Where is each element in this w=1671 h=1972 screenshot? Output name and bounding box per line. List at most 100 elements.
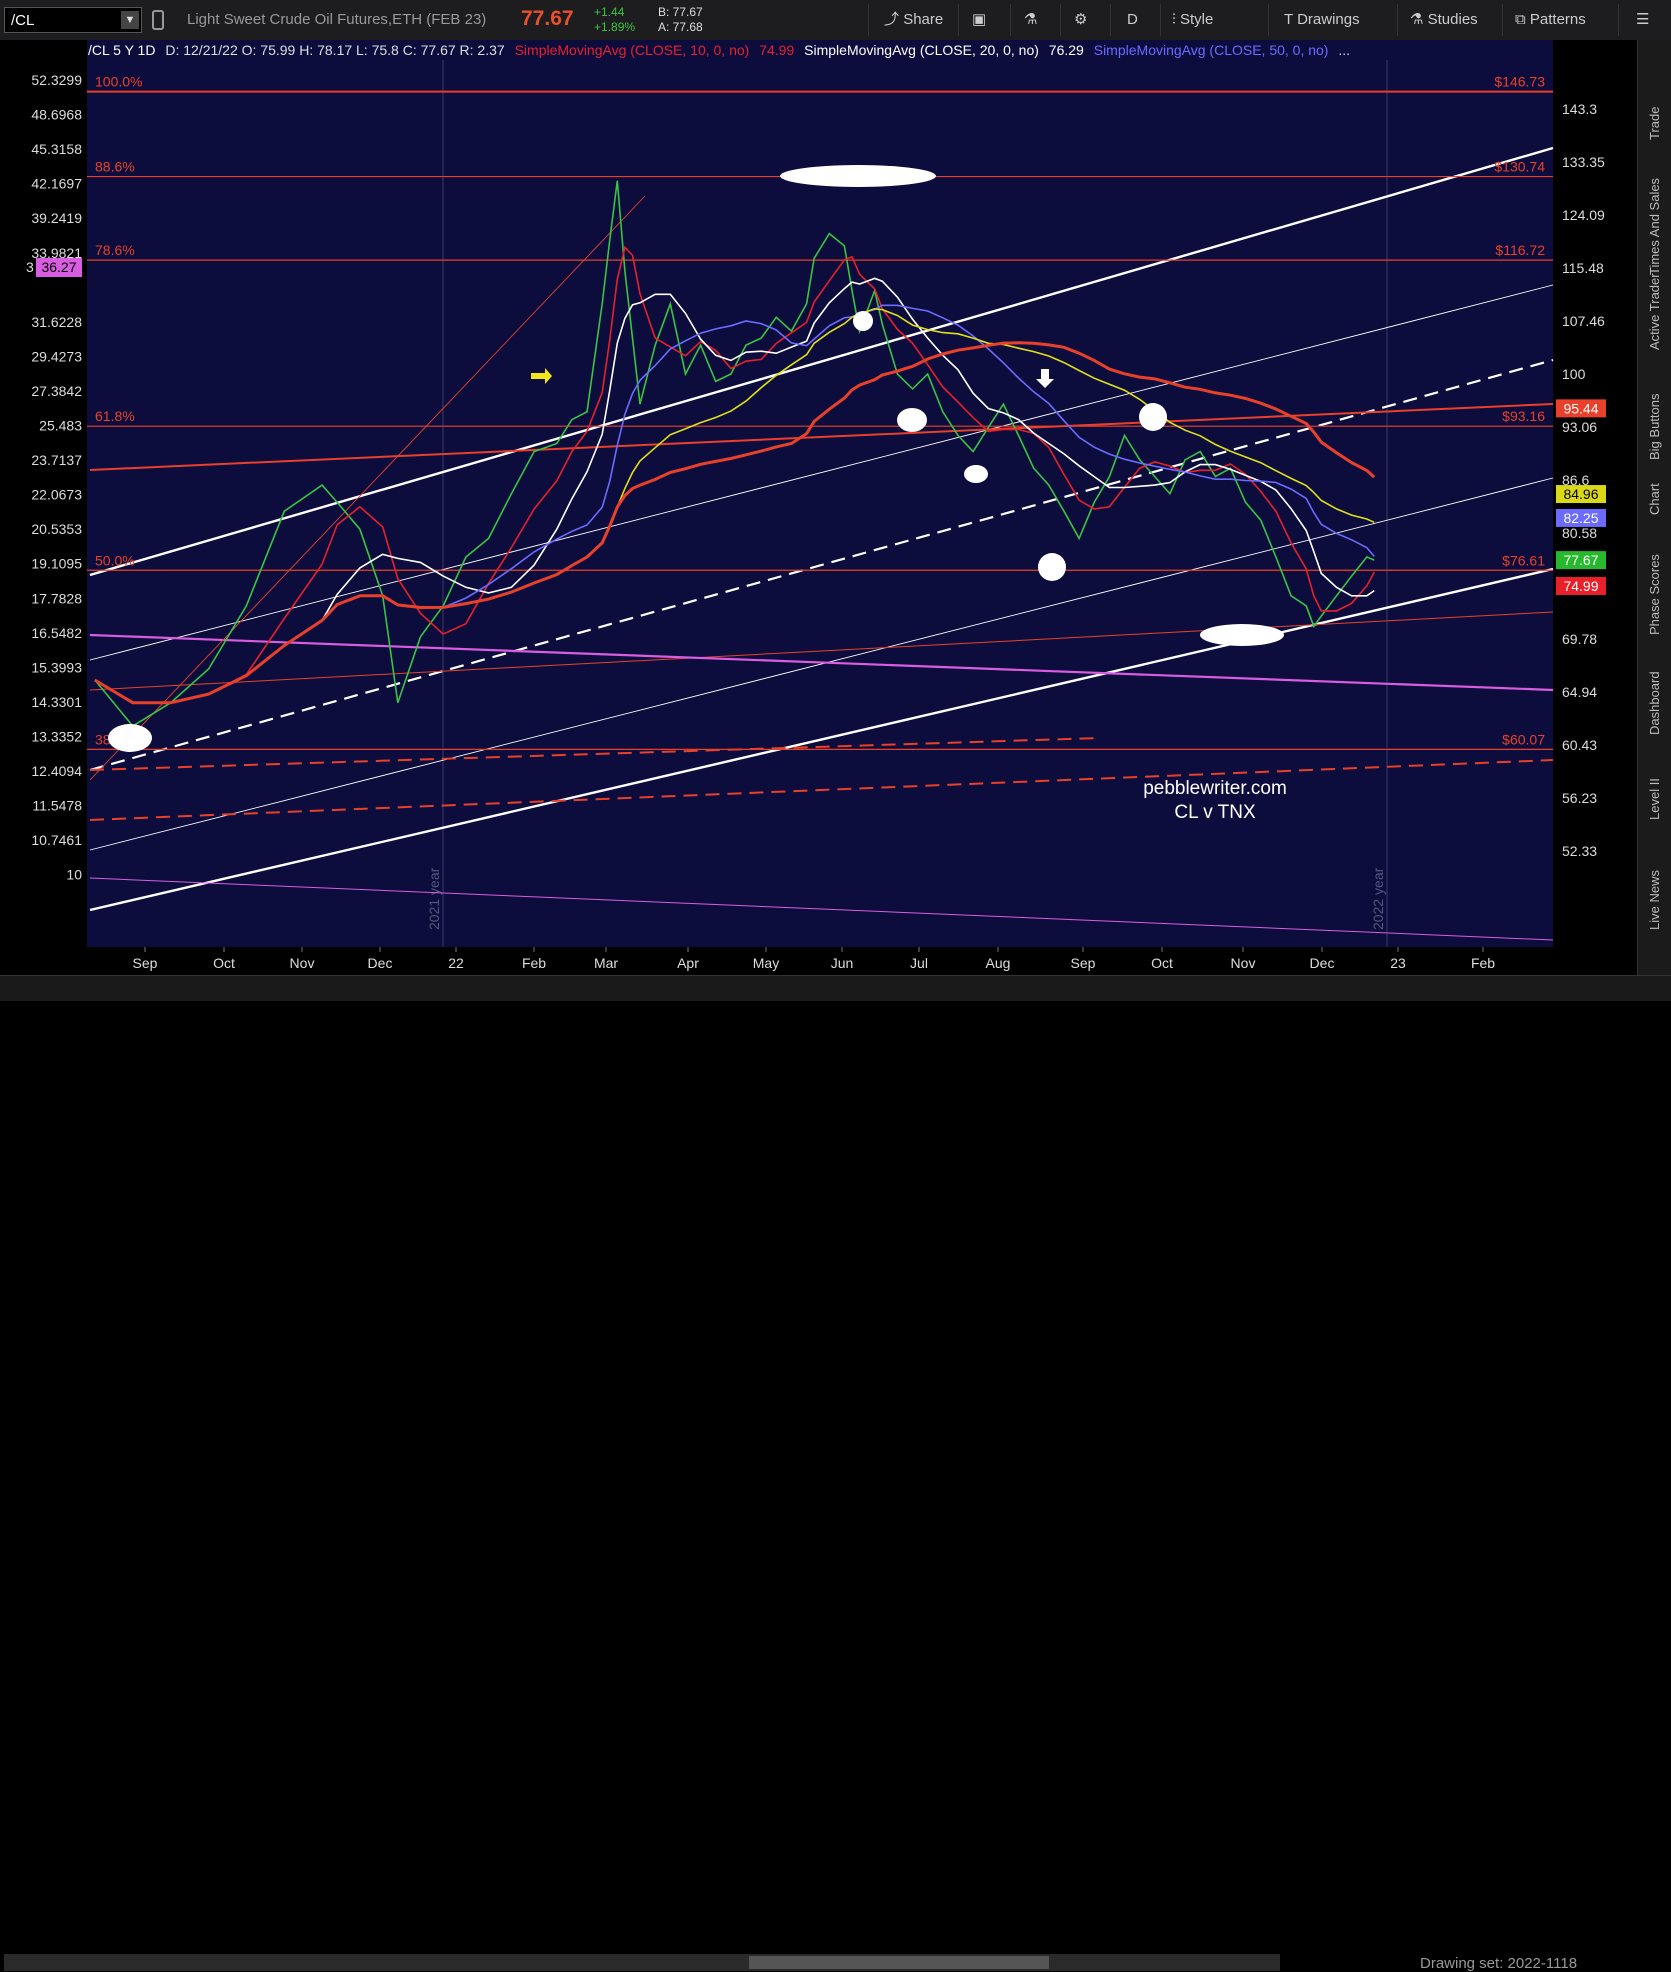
right-price-marker-label: 74.99: [1563, 578, 1598, 594]
channel-lower-line: [89, 567, 1554, 912]
fib-level-price: $146.73: [1494, 74, 1545, 90]
trend-channels: [89, 146, 1554, 941]
red-dashed-short: [89, 737, 1101, 771]
price-chart[interactable]: 2021 year 2022 year 100.0% $146.73 88.6% $13…: [0, 0, 1637, 975]
side-tab-label: Phase Scores: [1647, 554, 1662, 635]
left-axis-tick: 11.5478: [32, 798, 82, 814]
right-price-marker-label: 95.44: [1563, 400, 1598, 416]
legend-more[interactable]: ...: [1338, 42, 1350, 58]
left-axis-tick: 48.6968: [31, 107, 82, 123]
x-axis-tick: Sep: [1071, 955, 1096, 971]
legend-ohlc: D: 12/21/22 O: 75.99 H: 78.17 L: 75.8 C:…: [165, 42, 505, 58]
legend-sma10-value: 74.99: [759, 42, 795, 58]
highlight-ellipse: [780, 165, 936, 187]
right-axis-tick: 60.43: [1562, 737, 1597, 753]
side-tab-label: Trade: [1647, 106, 1662, 140]
left-axis-tick: 10: [66, 867, 82, 883]
fib-level-price: $116.72: [1495, 242, 1545, 258]
left-axis-tick: 16.5482: [31, 625, 82, 641]
x-axis-tick: Jul: [910, 955, 928, 971]
right-axis-tick: 124.09: [1562, 207, 1605, 223]
right-axis-tick: 52.33: [1562, 843, 1597, 859]
fib-level-pct: 61.8%: [95, 408, 135, 424]
x-axis-tick: Dec: [1310, 955, 1335, 971]
channel-thin-lower: [89, 477, 1554, 851]
scrollbar-thumb[interactable]: [749, 1956, 1049, 1969]
highlight-circle: [964, 465, 988, 483]
left-axis-tick: 12.4094: [31, 763, 82, 779]
right-axis-tick: 56.23: [1562, 790, 1597, 806]
left-axis-tick: 13.3352: [31, 728, 82, 744]
left-axis-tick: 29.4273: [31, 348, 82, 364]
fib-level-pct: 88.6%: [95, 159, 135, 175]
left-axis-tick: 22.0673: [31, 487, 82, 503]
x-axis-tick: Mar: [594, 955, 618, 971]
x-axis-tick: Oct: [1151, 955, 1173, 971]
x-axis-tick: Sep: [133, 955, 158, 971]
right-axis-tick: 133.35: [1562, 154, 1605, 170]
left-axis-tick: 23.7137: [31, 452, 82, 468]
yellow-arrow-icon: [531, 368, 552, 384]
fib-level-pct: 78.6%: [95, 242, 135, 258]
chart-axes: 52.329948.696845.315842.169739.241933.98…: [26, 72, 1606, 971]
red-thin-trendline: [89, 611, 1554, 691]
right-axis-tick: 80.58: [1562, 525, 1597, 541]
right-axis-tick: 69.78: [1562, 631, 1597, 647]
right-axis-tick: 100: [1562, 366, 1586, 382]
legend-sma20: SimpleMovingAvg (CLOSE, 20, 0, no): [804, 42, 1039, 58]
left-axis-tick: 52.3299: [31, 72, 82, 88]
left-axis-partial-label: 3: [26, 259, 34, 275]
channel-thin-upper: [89, 284, 1554, 661]
fib-level-pct: 50.0%: [95, 552, 135, 568]
highlight-ellipse: [1200, 624, 1284, 646]
chart-legend: /CL 5 Y 1D D: 12/21/22 O: 75.99 H: 78.17…: [88, 42, 1356, 62]
side-tabs: Trade Times And Sales Active Trader Big But…: [1637, 40, 1671, 987]
price-series: [94, 180, 1376, 728]
sma10-line: [94, 245, 1376, 704]
x-axis-tick: Oct: [213, 955, 235, 971]
highlight-circle: [897, 408, 927, 432]
side-tab-label: Big Buttons: [1647, 393, 1662, 461]
fib-level-price: $93.16: [1502, 408, 1545, 424]
fib-level-price: $76.61: [1502, 552, 1545, 568]
fib-level-price: $60.07: [1502, 731, 1545, 747]
side-tab-label: Dashboard: [1647, 671, 1662, 735]
year-marker-label: 2022 year: [1370, 867, 1386, 930]
channel-mid-dashed-line: [89, 358, 1554, 772]
right-axis-tick: 115.48: [1562, 260, 1604, 276]
right-axis-tick: 107.46: [1562, 313, 1605, 329]
x-axis-tick: Dec: [368, 955, 393, 971]
x-axis-tick: Feb: [1471, 955, 1495, 971]
sma20-line: [94, 277, 1375, 704]
left-axis-tick: 14.3301: [31, 694, 82, 710]
status-bar: Drawing set: 2022-1118: [0, 975, 1671, 1972]
annotation-site: pebblewriter.com: [1143, 778, 1287, 799]
side-tab-label: Live News: [1647, 870, 1662, 930]
x-axis-tick: Nov: [1231, 955, 1256, 971]
legend-sma50: SimpleMovingAvg (CLOSE, 50, 0, no): [1093, 42, 1329, 58]
left-axis-tick: 20.5353: [31, 521, 82, 537]
right-axis-tick: 64.94: [1562, 684, 1597, 700]
x-axis-tick: Nov: [290, 955, 315, 971]
right-price-marker-label: 77.67: [1563, 552, 1598, 568]
x-axis-tick: 22: [448, 955, 464, 971]
left-marker-label: 36.27: [41, 259, 76, 275]
x-axis-tick: Aug: [986, 955, 1011, 971]
x-axis-tick: Apr: [677, 955, 699, 971]
side-tab-label: Active Trader: [1647, 273, 1662, 350]
pink-lower-line: [89, 877, 1554, 941]
side-tab-label: Times And Sales: [1647, 177, 1662, 275]
red-dashed-lower: [89, 759, 1554, 821]
pink-support-line: [89, 633, 1554, 692]
fib-level-pct: 100.0%: [95, 74, 142, 90]
menu-icon[interactable]: ☰: [1636, 8, 1649, 32]
right-price-marker-label: 84.96: [1563, 486, 1598, 502]
highlight-circle: [853, 311, 873, 331]
right-price-marker-label: 82.25: [1563, 510, 1598, 526]
horizontal-scrollbar[interactable]: [4, 1954, 1280, 1971]
left-axis-tick: 19.1095: [31, 556, 82, 572]
sma200-line: [94, 341, 1376, 705]
left-axis-tick: 25.483: [39, 418, 82, 434]
highlight-circle: [1038, 553, 1066, 581]
left-axis-tick: 42.1697: [31, 176, 82, 192]
